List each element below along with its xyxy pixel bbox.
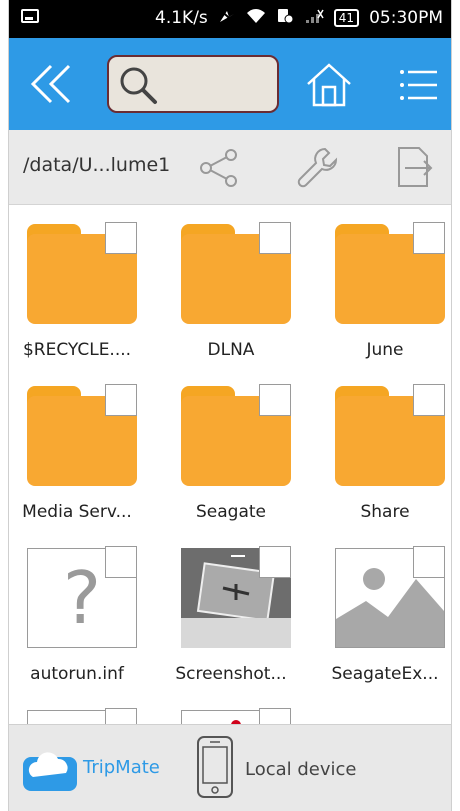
phone-icon: [197, 736, 233, 798]
tab-tripmate[interactable]: TripMate: [21, 739, 181, 799]
select-checkbox[interactable]: [413, 384, 445, 416]
exit-icon: [398, 147, 433, 187]
tab-label: TripMate: [83, 757, 160, 778]
file-tile-folder[interactable]: $RECYCLE....: [17, 212, 137, 362]
back-button[interactable]: [29, 64, 75, 104]
top-toolbar: [9, 38, 451, 130]
select-checkbox[interactable]: [413, 222, 445, 254]
share-icon: [200, 149, 237, 187]
wifi-icon: [246, 8, 266, 28]
file-tile-image[interactable]: SeagateEx...: [325, 536, 445, 686]
tab-label: Local device: [245, 759, 357, 780]
select-checkbox[interactable]: [259, 222, 291, 254]
file-tile-folder[interactable]: Share: [325, 374, 445, 524]
tab-local-device[interactable]: Local device: [195, 735, 385, 801]
battery-level: 41: [338, 11, 355, 25]
file-tile-folder[interactable]: June: [325, 212, 445, 362]
status-bar-right: 4.1K/s 41 05:30PM: [155, 8, 443, 28]
status-bar: 4.1K/s 41 05:30PM: [9, 0, 451, 38]
select-checkbox[interactable]: [105, 546, 137, 578]
current-path: /data/U...lume1: [23, 154, 171, 176]
file-name: Media Serv...: [22, 502, 132, 522]
list-menu-icon: [400, 70, 437, 100]
network-speed: 4.1K/s: [155, 8, 208, 28]
file-name: Share: [360, 502, 410, 522]
search-input[interactable]: [163, 65, 271, 105]
bottom-tab-bar: TripMate Local device: [9, 724, 451, 811]
file-grid: $RECYCLE.... DLNA June Media Serv... Sea…: [9, 204, 451, 724]
file-name: SeagateEx...: [331, 664, 439, 684]
file-name: Screenshot...: [175, 664, 287, 684]
file-name: DLNA: [207, 340, 255, 360]
select-checkbox[interactable]: [259, 546, 291, 578]
home-icon: [307, 63, 351, 107]
select-checkbox[interactable]: [413, 546, 445, 578]
file-name: autorun.inf: [30, 664, 124, 684]
file-name: Seagate: [195, 502, 266, 522]
path-bar: /data/U...lume1: [9, 130, 451, 205]
menu-button[interactable]: [399, 68, 439, 102]
home-button[interactable]: [305, 62, 353, 108]
battery-indicator: 41: [333, 9, 360, 27]
select-checkbox[interactable]: [105, 708, 137, 724]
file-tile-folder[interactable]: DLNA: [171, 212, 291, 362]
file-tile-folder[interactable]: Media Serv...: [17, 374, 137, 524]
clock: 05:30PM: [369, 8, 443, 28]
cloud-drive-icon: [23, 752, 77, 791]
mute-icon: [218, 8, 236, 28]
select-checkbox[interactable]: [105, 222, 137, 254]
app-frame: 4.1K/s 41 05:30PM /data/U...lume1 $RECYC…: [8, 0, 452, 811]
select-checkbox[interactable]: [259, 708, 291, 724]
file-tile-unknown[interactable]: ? autorun.inf: [17, 536, 137, 686]
search-icon: [120, 67, 157, 104]
select-checkbox[interactable]: [259, 384, 291, 416]
screenshot-notification-icon: [21, 9, 39, 23]
file-tile-photo[interactable]: Screenshot...: [171, 536, 291, 686]
search-box[interactable]: [107, 55, 279, 113]
select-checkbox[interactable]: [105, 384, 137, 416]
exit-button[interactable]: [395, 146, 435, 192]
file-name: $RECYCLE....: [22, 340, 132, 360]
file-name: June: [366, 340, 404, 360]
file-tile-partial[interactable]: [17, 698, 137, 724]
file-tile-folder[interactable]: Seagate: [171, 374, 291, 524]
wrench-icon: [297, 147, 338, 188]
file-tile-partial[interactable]: [171, 698, 291, 724]
share-button[interactable]: [199, 148, 239, 192]
signal-icon: [304, 8, 324, 28]
tools-button[interactable]: [297, 146, 339, 192]
sim-icon: [276, 8, 294, 28]
double-chevron-left-icon: [30, 64, 71, 104]
